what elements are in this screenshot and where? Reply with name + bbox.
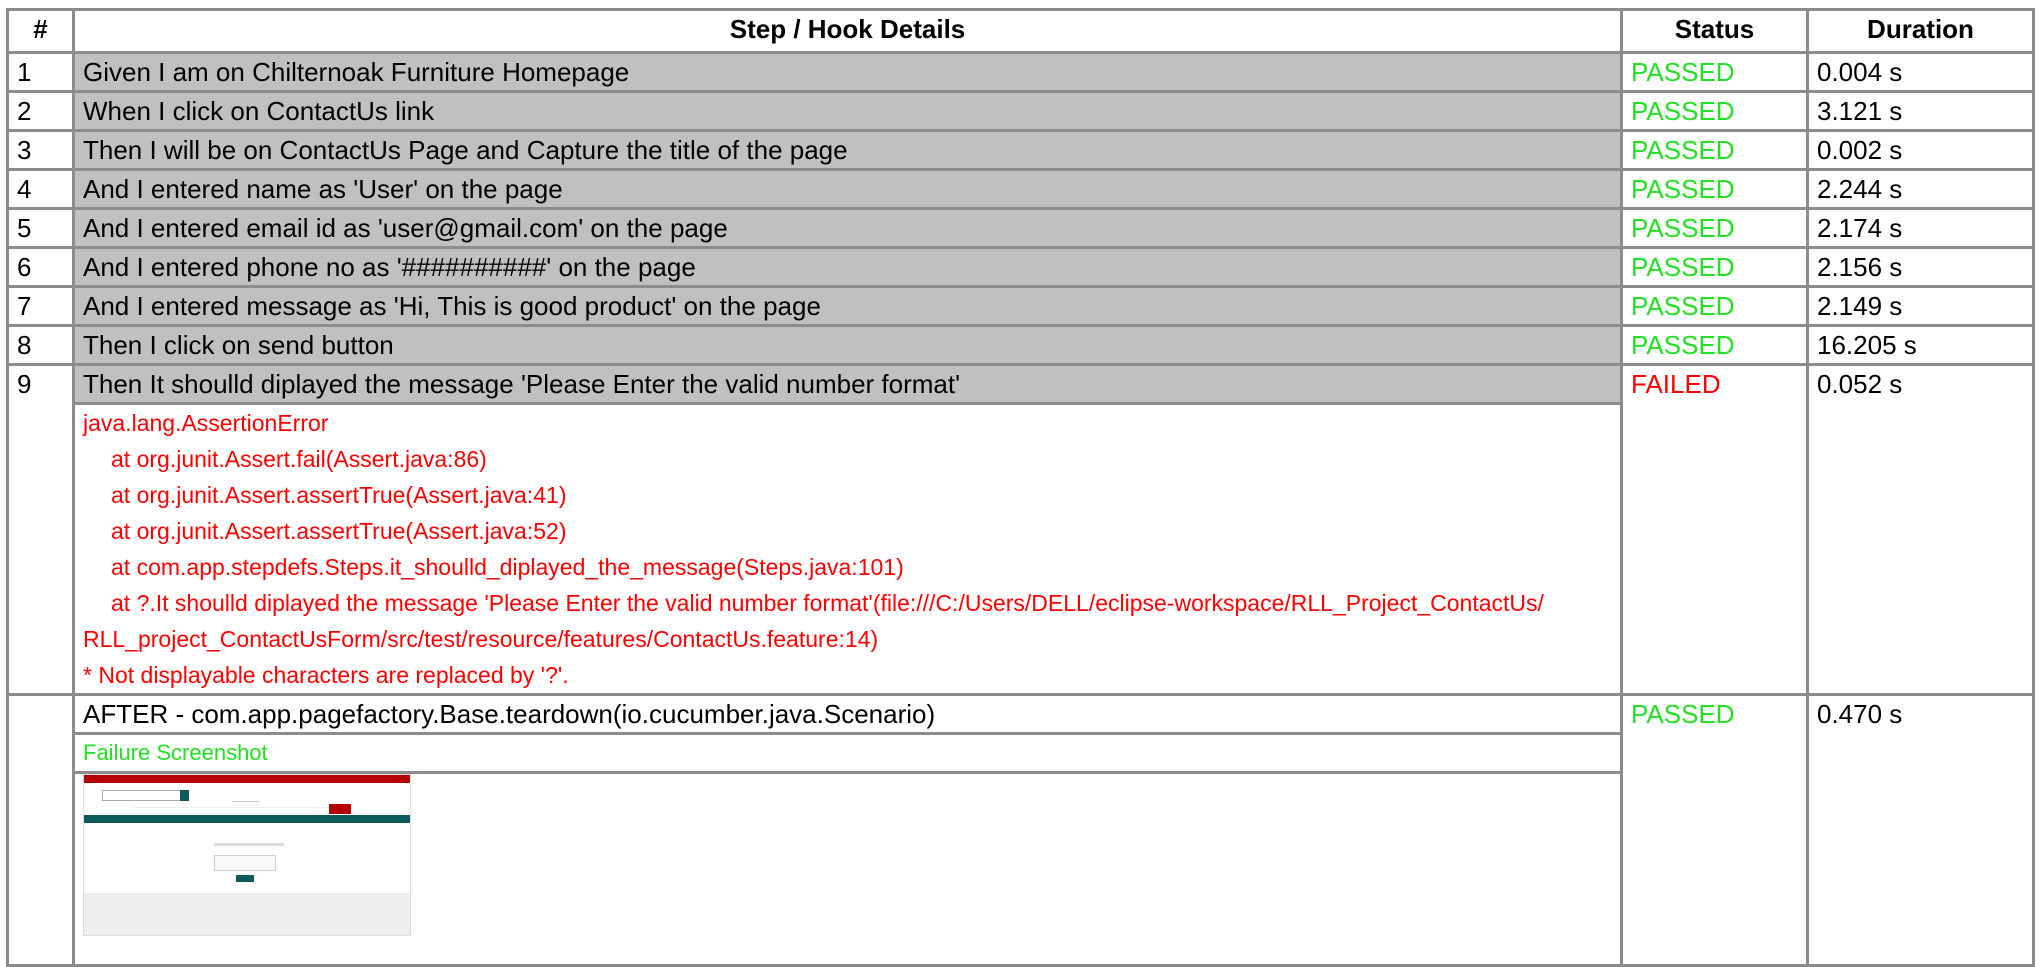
step-number: 3 [6,129,75,171]
step-report-table: # Step / Hook Details Status Duration 1 … [6,8,2035,967]
status-badge: PASSED [1620,324,1809,366]
step-number: 7 [6,285,75,327]
failure-screenshot-label: Failure Screenshot [72,732,1623,774]
screenshot-cell [72,771,1623,967]
hook-duration: 0.470 s [1806,693,2035,967]
hook-row: AFTER - com.app.pagefactory.Base.teardow… [6,693,2035,967]
thumb-contact-button [329,804,351,814]
step-text: And I entered message as 'Hi, This is go… [72,285,1623,327]
table-row: 1 Given I am on Chilternoak Furniture Ho… [6,51,2035,93]
status-badge: PASSED [1620,285,1809,327]
table-row: 5 And I entered email id as 'user@gmail.… [6,207,2035,249]
thumb-captcha [214,855,276,871]
step-number: 8 [6,324,75,366]
status-badge: PASSED [1620,129,1809,171]
thumb-logo [232,787,260,802]
status-badge: PASSED [1620,51,1809,93]
table-row: 3 Then I will be on ContactUs Page and C… [6,129,2035,171]
step-number: 4 [6,168,75,210]
hook-number-cell [6,693,75,967]
step-text: Then It shoulld diplayed the message 'Pl… [72,363,1623,405]
step-duration: 2.244 s [1806,168,2035,210]
table-header-row: # Step / Hook Details Status Duration [6,8,2035,54]
table-row: 2 When I click on ContactUs link PASSED … [6,90,2035,132]
error-line: at org.junit.Assert.assertTrue(Assert.ja… [111,518,567,544]
step-number: 1 [6,51,75,93]
step-text: Then I click on send button [72,324,1623,366]
error-line: at com.app.stepdefs.Steps.it_shoulld_dip… [111,554,904,580]
status-badge: PASSED [1620,90,1809,132]
table-row: 6 And I entered phone no as '##########'… [6,246,2035,288]
step-number: 9 [6,363,75,696]
table-row: 8 Then I click on send button PASSED 16.… [6,324,2035,366]
hook-text: AFTER - com.app.pagefactory.Base.teardow… [72,693,1623,735]
header-details: Step / Hook Details [72,8,1623,54]
step-text: And I entered email id as 'user@gmail.co… [72,207,1623,249]
step-duration: 0.004 s [1806,51,2035,93]
status-badge: PASSED [1620,207,1809,249]
step-duration: 0.002 s [1806,129,2035,171]
error-note: * Not displayable characters are replace… [83,662,569,688]
step-text: And I entered phone no as '##########' o… [72,246,1623,288]
table-row: 7 And I entered message as 'Hi, This is … [6,285,2035,327]
thumb-nav-bar [134,807,344,814]
table-row-failed: 9 Then It shoulld diplayed the message '… [6,363,2035,696]
thumb-form-line [214,843,284,846]
header-duration: Duration [1806,8,2035,54]
status-badge-failed: FAILED [1620,363,1809,696]
thumb-search-box [102,790,184,801]
error-stacktrace: java.lang.AssertionError at org.junit.As… [72,402,1623,696]
step-duration: 16.205 s [1806,324,2035,366]
error-line: java.lang.AssertionError [83,410,329,436]
failure-screenshot-thumbnail[interactable] [83,774,411,936]
step-duration: 0.052 s [1806,363,2035,696]
error-line: at org.junit.Assert.fail(Assert.java:86) [111,446,487,472]
error-line: at org.junit.Assert.assertTrue(Assert.ja… [111,482,567,508]
step-number: 5 [6,207,75,249]
thumb-search-icon [180,790,189,801]
thumb-teal-bar [84,815,410,823]
thumb-send-button [236,875,254,882]
step-text: When I click on ContactUs link [72,90,1623,132]
step-duration: 2.174 s [1806,207,2035,249]
thumb-footer [84,893,410,935]
step-duration: 2.156 s [1806,246,2035,288]
header-num: # [6,8,75,54]
thumb-top-bar [84,775,410,783]
step-text: Given I am on Chilternoak Furniture Home… [72,51,1623,93]
status-badge: PASSED [1620,693,1809,967]
step-duration: 3.121 s [1806,90,2035,132]
status-badge: PASSED [1620,168,1809,210]
step-duration: 2.149 s [1806,285,2035,327]
error-line: at ?.It shoulld diplayed the message 'Pl… [111,590,1544,616]
step-text: And I entered name as 'User' on the page [72,168,1623,210]
step-number: 6 [6,246,75,288]
header-status: Status [1620,8,1809,54]
status-badge: PASSED [1620,246,1809,288]
step-number: 2 [6,90,75,132]
table-row: 4 And I entered name as 'User' on the pa… [6,168,2035,210]
error-line: RLL_project_ContactUsForm/src/test/resou… [83,626,879,652]
step-text: Then I will be on ContactUs Page and Cap… [72,129,1623,171]
